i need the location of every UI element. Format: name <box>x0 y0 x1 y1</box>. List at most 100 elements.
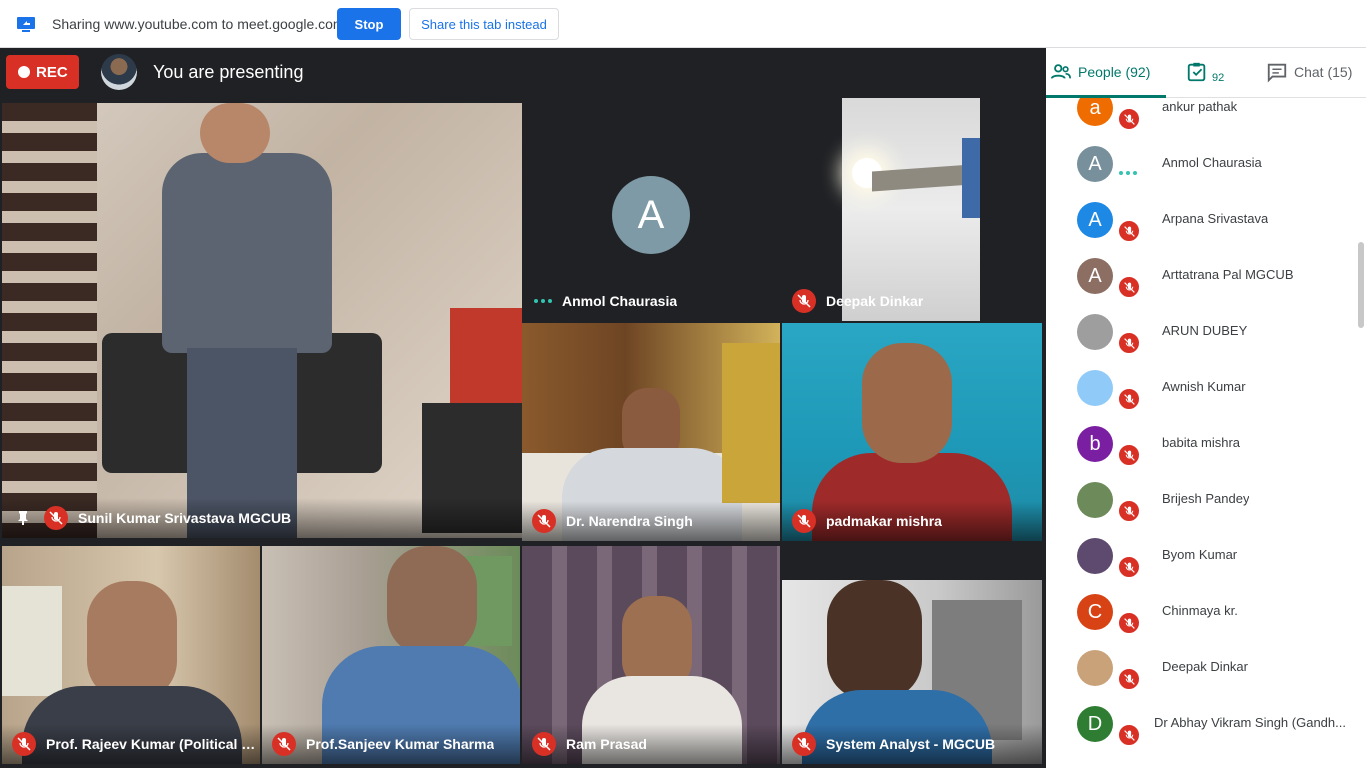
participant-list: a ankur pathak A Anmol Chaurasia A Arpana Sri… <box>1046 98 1366 768</box>
chat-icon <box>1266 61 1288 83</box>
video-tile[interactable]: A Anmol Chaurasia <box>522 103 782 321</box>
participant-name: Dr Abhay Vikram Singh (Gandh... <box>1154 715 1346 730</box>
meeting-area: REC You are presenting Sunil Kumar Sriva… <box>0 48 1046 768</box>
participant-name: padmakar mishra <box>826 513 942 529</box>
mic-off-icon <box>1117 387 1141 411</box>
checklist-icon <box>1186 61 1208 83</box>
video-feed <box>2 586 62 696</box>
rec-label: REC <box>36 63 68 81</box>
mic-off-icon <box>1117 555 1141 579</box>
video-tile[interactable]: System Analyst - MGCUB <box>782 580 1042 764</box>
video-feed <box>722 343 780 503</box>
video-tile[interactable]: Dr. Narendra Singh <box>522 323 780 541</box>
list-item[interactable]: Deepak Dinkar <box>1046 640 1356 696</box>
video-feed <box>200 103 270 163</box>
speaking-indicator-icon <box>534 299 552 303</box>
avatar: A <box>1077 202 1113 238</box>
tab-people[interactable]: People (92) <box>1050 48 1166 96</box>
participant-name: Anmol Chaurasia <box>1162 155 1262 170</box>
share-this-tab-button[interactable]: Share this tab instead <box>409 8 559 40</box>
mic-off-icon <box>792 732 816 756</box>
tab-chat-label: Chat (15) <box>1294 64 1353 80</box>
participant-name: Ram Prasad <box>566 736 647 752</box>
stop-sharing-button[interactable]: Stop <box>337 8 401 40</box>
tile-label: Anmol Chaurasia <box>522 281 782 321</box>
avatar: a <box>1077 98 1113 126</box>
list-item[interactable]: D Dr Abhay Vikram Singh (Gandh... <box>1046 696 1356 752</box>
list-item[interactable]: a ankur pathak <box>1046 98 1356 136</box>
avatar <box>1077 370 1113 406</box>
mic-off-icon <box>1117 275 1141 299</box>
list-item[interactable]: Brijesh Pandey <box>1046 472 1356 528</box>
avatar <box>1077 314 1113 350</box>
participant-name: ARUN DUBEY <box>1162 323 1248 338</box>
participant-name: Arpana Srivastava <box>1162 211 1269 226</box>
avatar: b <box>1077 426 1113 462</box>
list-item[interactable]: b babita mishra <box>1046 416 1356 472</box>
tab-chat[interactable]: Chat (15) <box>1266 48 1366 96</box>
participant-name: Dr. Narendra Singh <box>566 513 693 529</box>
participant-name: Awnish Kumar <box>1162 379 1246 394</box>
video-feed <box>162 153 332 353</box>
mic-off-icon <box>1117 107 1141 131</box>
participant-name: Byom Kumar <box>1162 547 1238 562</box>
list-item[interactable]: A Arpana Srivastava <box>1046 192 1356 248</box>
tile-label: Prof.Sanjeev Kumar Sharma <box>262 724 520 764</box>
participant-name: babita mishra <box>1162 435 1241 450</box>
video-tile[interactable]: Ram Prasad <box>522 546 780 764</box>
video-tile[interactable]: padmakar mishra <box>782 323 1042 541</box>
mic-off-icon <box>532 509 556 533</box>
video-tile[interactable]: Sunil Kumar Srivastava MGCUB <box>2 103 522 538</box>
mic-off-icon <box>44 506 68 530</box>
sharing-status-text: Sharing www.youtube.com to meet.google.c… <box>52 16 345 32</box>
list-item[interactable]: A Arttatrana Pal MGCUB <box>1046 248 1356 304</box>
speaking-indicator-icon <box>1119 171 1137 175</box>
list-item[interactable]: C Chinmaya kr. <box>1046 584 1356 640</box>
video-feed <box>962 138 980 218</box>
tile-label: Prof. Rajeev Kumar (Political Scie... <box>2 724 260 764</box>
participant-avatar: A <box>612 176 690 254</box>
panel-tabs: People (92) 92 Chat (15) <box>1046 48 1366 98</box>
scrollbar[interactable] <box>1358 242 1364 328</box>
pin-icon[interactable] <box>12 507 34 529</box>
participant-name: Prof.Sanjeev Kumar Sharma <box>306 736 495 752</box>
tile-label: padmakar mishra <box>782 501 1042 541</box>
participant-name: ankur pathak <box>1162 99 1238 114</box>
list-item[interactable]: A Anmol Chaurasia <box>1046 136 1356 192</box>
record-dot-icon <box>18 66 30 78</box>
tile-label: Ram Prasad <box>522 724 780 764</box>
mic-off-icon <box>792 289 816 313</box>
mic-off-icon <box>1117 611 1141 635</box>
tile-label: Dr. Narendra Singh <box>522 501 780 541</box>
video-tile[interactable]: Deepak Dinkar <box>782 98 1042 321</box>
mic-off-icon <box>1117 443 1141 467</box>
tile-label: Sunil Kumar Srivastava MGCUB <box>2 498 522 538</box>
video-feed <box>387 546 477 656</box>
tab-tasks[interactable]: 92 <box>1186 48 1236 96</box>
video-feed <box>450 308 522 403</box>
list-item[interactable]: Byom Kumar <box>1046 528 1356 584</box>
recording-badge: REC <box>6 55 79 89</box>
avatar: D <box>1077 706 1113 742</box>
video-tile[interactable]: Prof. Rajeev Kumar (Political Scie... <box>2 546 260 764</box>
avatar <box>1077 482 1113 518</box>
list-item[interactable]: ARUN DUBEY <box>1046 304 1356 360</box>
avatar: C <box>1077 594 1113 630</box>
participant-name: Brijesh Pandey <box>1162 491 1250 506</box>
screen-share-icon <box>16 15 36 33</box>
participant-name: Prof. Rajeev Kumar (Political Scie... <box>46 736 260 752</box>
participant-name: System Analyst - MGCUB <box>826 736 996 752</box>
people-icon <box>1050 61 1072 83</box>
mic-off-icon <box>1117 667 1141 691</box>
avatar <box>1077 650 1113 686</box>
list-item[interactable]: Awnish Kumar <box>1046 360 1356 416</box>
video-tile[interactable]: Prof.Sanjeev Kumar Sharma <box>262 546 520 764</box>
tasks-count: 92 <box>1212 72 1225 84</box>
mic-off-icon <box>532 732 556 756</box>
participant-name: Chinmaya kr. <box>1162 603 1238 618</box>
video-feed <box>2 103 97 538</box>
mic-off-icon <box>1117 331 1141 355</box>
avatar: A <box>1077 258 1113 294</box>
mic-off-icon <box>1117 499 1141 523</box>
mic-off-icon <box>272 732 296 756</box>
